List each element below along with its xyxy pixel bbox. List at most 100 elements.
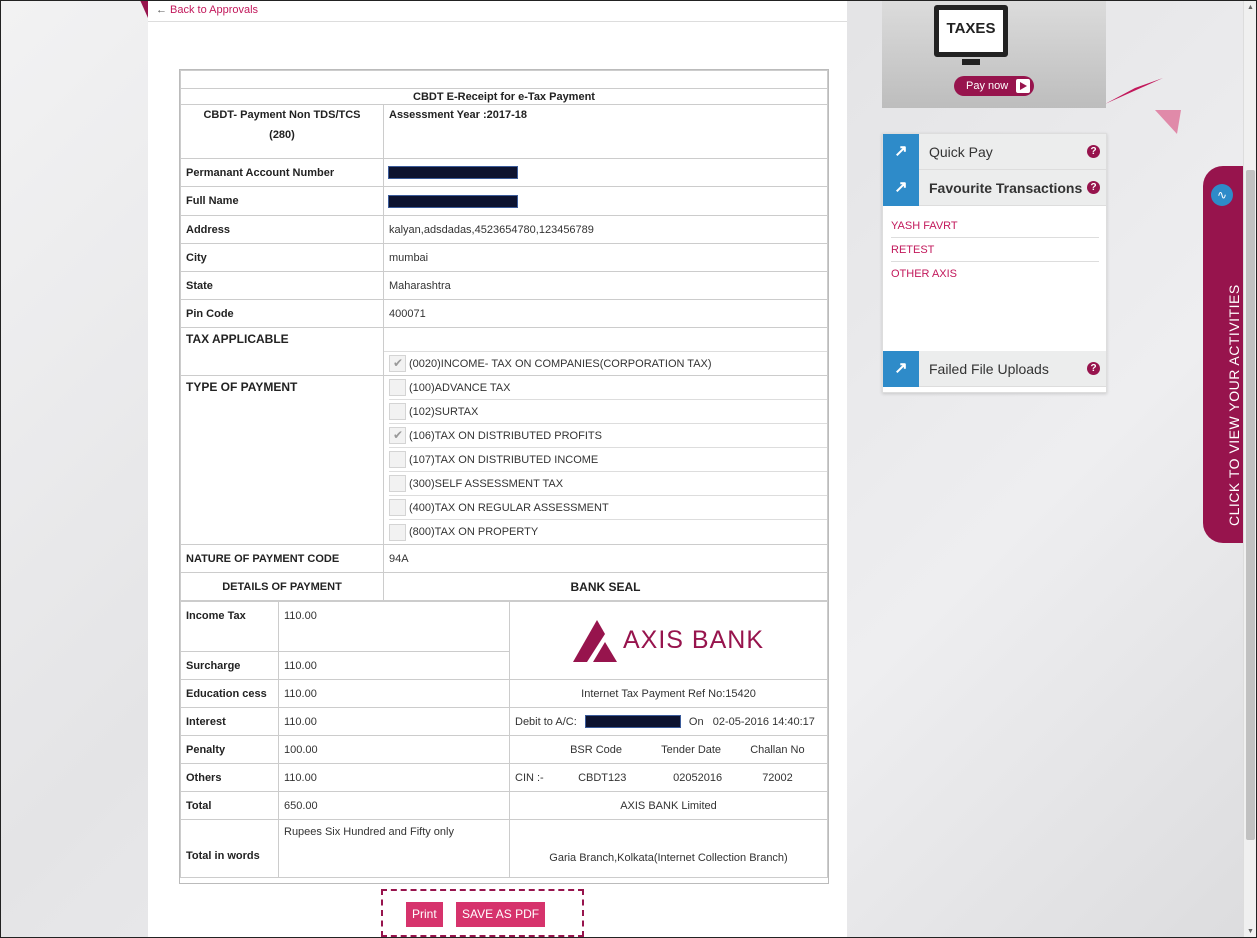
back-to-approvals-link[interactable]: ← Back to Approvals bbox=[156, 4, 258, 16]
help-icon[interactable]: ? bbox=[1087, 362, 1100, 375]
favourites-title: Favourite Transactions bbox=[929, 180, 1083, 196]
tender-date-value: 02052016 bbox=[673, 771, 723, 784]
receipt-title: CBDT E-Receipt for e-Tax Payment bbox=[180, 88, 828, 105]
amount-value: 110.00 bbox=[278, 763, 510, 792]
payment-option-label: (300)SELF ASSESSMENT TAX bbox=[409, 477, 564, 490]
tax-option-label: (0020)INCOME- TAX ON COMPANIES(CORPORATI… bbox=[409, 357, 712, 370]
quick-pay-title: Quick Pay bbox=[929, 144, 993, 160]
type-of-payment-label: TYPE OF PAYMENT bbox=[180, 375, 384, 545]
scroll-down-icon[interactable]: ▼ bbox=[1247, 928, 1254, 935]
bank-seal-header: BANK SEAL bbox=[383, 572, 828, 601]
payment-option-label: (800)TAX ON PROPERTY bbox=[409, 526, 539, 538]
field-label-city: City bbox=[180, 243, 384, 272]
debit-datetime: 02-05-2016 14:40:17 bbox=[712, 715, 815, 728]
favourites-list: YASH FAVRT RETEST OTHER AXIS bbox=[891, 214, 1099, 286]
amount-label: Surcharge bbox=[180, 651, 279, 680]
amount-value: 110.00 bbox=[278, 601, 510, 652]
transfer-icon: ↗ bbox=[883, 170, 919, 206]
redacted-block bbox=[585, 716, 680, 728]
quick-pay-header[interactable]: ↗ Quick Pay ? bbox=[883, 134, 1106, 170]
payment-options-cell: (100)ADVANCE TAX (102)SURTAX (106)TAX ON… bbox=[383, 375, 828, 545]
checkbox[interactable] bbox=[389, 403, 406, 420]
nature-of-payment-value: 94A bbox=[383, 544, 828, 573]
save-as-pdf-button[interactable]: SAVE AS PDF bbox=[456, 902, 546, 927]
taxes-promo-banner[interactable]: TAXES Pay now bbox=[882, 0, 1106, 108]
help-icon[interactable]: ? bbox=[1087, 145, 1100, 158]
pulse-icon: ∿ bbox=[1211, 184, 1233, 206]
field-value-city: mumbai bbox=[383, 243, 828, 272]
field-value-pincode: 400071 bbox=[383, 299, 828, 328]
field-value-fullname bbox=[383, 186, 828, 216]
challan-values: CIN :- CBDT123 02052016 72002 bbox=[509, 763, 828, 792]
receipt-table: CBDT E-Receipt for e-Tax Payment CBDT- P… bbox=[180, 70, 828, 601]
scroll-thumb[interactable] bbox=[1246, 170, 1255, 840]
favourites-header[interactable]: ↗ Favourite Transactions ? bbox=[883, 170, 1106, 206]
amount-value: 110.00 bbox=[278, 707, 510, 736]
challan-headers: BSR Code Tender Date Challan No bbox=[509, 735, 828, 764]
redacted-block bbox=[389, 195, 517, 207]
print-button[interactable]: Print bbox=[406, 902, 443, 927]
transactions-widget: ↗ Quick Pay ? ↗ Favourite Transactions ?… bbox=[882, 133, 1107, 393]
payment-option[interactable]: (800)TAX ON PROPERTY bbox=[389, 520, 827, 544]
axis-logo-icon bbox=[573, 619, 617, 662]
payment-option[interactable]: (107)TAX ON DISTRIBUTED INCOME bbox=[389, 448, 827, 472]
checkbox[interactable] bbox=[389, 523, 406, 541]
payment-type-label: CBDT- Payment Non TDS/TCS bbox=[203, 109, 361, 121]
bank-logo-text: AXIS BANK bbox=[623, 626, 764, 654]
favourite-item[interactable]: RETEST bbox=[891, 238, 1099, 262]
checkbox[interactable] bbox=[389, 379, 406, 396]
scroll-up-icon[interactable]: ▲ bbox=[1247, 4, 1254, 11]
field-value-pan bbox=[383, 158, 828, 187]
payment-option[interactable]: (106)TAX ON DISTRIBUTED PROFITS bbox=[389, 424, 827, 448]
divider bbox=[148, 21, 847, 22]
payment-option[interactable]: (100)ADVANCE TAX bbox=[389, 376, 827, 400]
amount-label: Income Tax bbox=[180, 601, 279, 652]
total-words-label: Total in words bbox=[180, 819, 279, 878]
receipt-container: CBDT E-Receipt for e-Tax Payment CBDT- P… bbox=[179, 69, 829, 884]
tax-applicable-option[interactable]: (0020)INCOME- TAX ON COMPANIES(CORPORATI… bbox=[384, 351, 827, 375]
favourite-item[interactable]: YASH FAVRT bbox=[891, 214, 1099, 238]
payment-option[interactable]: (300)SELF ASSESSMENT TAX bbox=[389, 472, 827, 496]
tax-applicable-cell: (0020)INCOME- TAX ON COMPANIES(CORPORATI… bbox=[383, 327, 828, 376]
amount-label: Others bbox=[180, 763, 279, 792]
cin-label: CIN :- bbox=[515, 771, 544, 784]
checkbox-checked[interactable] bbox=[389, 355, 406, 372]
checkbox[interactable] bbox=[389, 475, 406, 492]
decor-triangle bbox=[1155, 110, 1181, 134]
checkbox[interactable] bbox=[389, 499, 406, 516]
amount-value: 110.00 bbox=[278, 651, 510, 680]
bank-name: AXIS BANK Limited bbox=[509, 791, 828, 820]
amount-value: 650.00 bbox=[278, 791, 510, 820]
total-words-value: Rupees Six Hundred and Fifty only bbox=[278, 819, 510, 878]
amount-label: Total bbox=[180, 791, 279, 820]
pay-now-button[interactable]: Pay now bbox=[954, 76, 1034, 96]
bsr-code-header: BSR Code bbox=[570, 743, 623, 756]
action-buttons-area: Print SAVE AS PDF bbox=[381, 889, 584, 937]
field-label-address: Address bbox=[180, 215, 384, 244]
field-value-address: kalyan,adsdadas,4523654780,123456789 bbox=[383, 215, 828, 244]
field-label-state: State bbox=[180, 271, 384, 300]
payment-option[interactable]: (102)SURTAX bbox=[389, 400, 827, 424]
amount-label: Penalty bbox=[180, 735, 279, 764]
help-icon[interactable]: ? bbox=[1087, 181, 1100, 194]
field-value-state: Maharashtra bbox=[383, 271, 828, 300]
tax-applicable-label: TAX APPLICABLE bbox=[180, 327, 384, 376]
vertical-scrollbar[interactable]: ▲ ▼ bbox=[1243, 0, 1257, 938]
bsr-code-value: CBDT123 bbox=[578, 771, 627, 784]
payment-option[interactable]: (400)TAX ON REGULAR ASSESSMENT bbox=[389, 496, 827, 520]
monitor-icon: TAXES bbox=[934, 5, 1008, 57]
checkbox[interactable] bbox=[389, 451, 406, 468]
payment-option-label: (100)ADVANCE TAX bbox=[409, 381, 511, 394]
favourite-item[interactable]: OTHER AXIS bbox=[891, 262, 1099, 286]
payment-option-label: (106)TAX ON DISTRIBUTED PROFITS bbox=[409, 429, 602, 442]
amount-value: 100.00 bbox=[278, 735, 510, 764]
amount-label: Education cess bbox=[180, 679, 279, 708]
on-label: On bbox=[688, 715, 704, 728]
checkbox-checked[interactable] bbox=[389, 427, 406, 444]
payment-type-code: (280) bbox=[269, 129, 295, 141]
transfer-icon: ↗ bbox=[883, 134, 919, 170]
debit-label: Debit to A/C: bbox=[515, 715, 577, 728]
tender-date-header: Tender Date bbox=[661, 743, 722, 756]
activities-tab[interactable]: ∿ CLICK TO VIEW YOUR ACTIVITIES bbox=[1203, 166, 1243, 543]
failed-uploads-header[interactable]: ↗ Failed File Uploads ? bbox=[883, 351, 1106, 387]
